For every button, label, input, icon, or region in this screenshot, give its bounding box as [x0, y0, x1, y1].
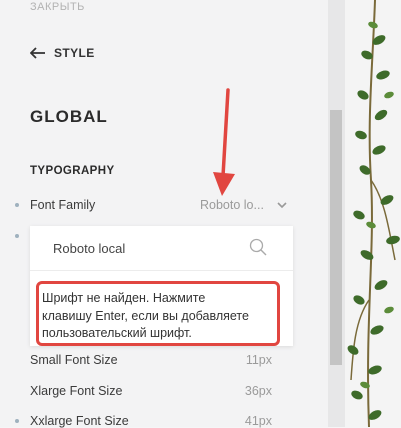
- search-icon[interactable]: [249, 238, 267, 256]
- font-search-input[interactable]: [51, 237, 235, 259]
- font-not-found-message: Шрифт не найден. Нажмите клавишу Enter, …: [36, 281, 280, 346]
- back-button[interactable]: STYLE: [30, 44, 95, 62]
- xlarge-font-size-label: Xlarge Font Size: [30, 384, 123, 398]
- preview-canvas: [345, 0, 401, 427]
- back-label: STYLE: [54, 46, 95, 60]
- dropdown-divider: [30, 270, 293, 271]
- plant-image: [347, 0, 400, 427]
- arrow-left-icon: [30, 47, 45, 59]
- row-bullet: [15, 419, 19, 423]
- section-title: GLOBAL: [30, 107, 108, 126]
- error-line: пользовательский шрифт.: [42, 326, 192, 340]
- chevron-down-icon[interactable]: [277, 201, 287, 209]
- small-font-size-label: Small Font Size: [30, 353, 118, 367]
- error-line: Шрифт не найден. Нажмите: [42, 291, 206, 305]
- small-font-size-value[interactable]: 11px: [246, 353, 272, 367]
- red-arrow-icon: [213, 88, 235, 196]
- row-bullet: [15, 203, 19, 207]
- scrollbar-thumb[interactable]: [330, 110, 342, 365]
- style-panel: ЗАКРЫТЬ STYLE GLOBAL TYPOGRAPHY Font Fam…: [0, 0, 345, 428]
- error-line: клавишу Enter, если вы добавляете: [42, 308, 249, 323]
- group-title: TYPOGRAPHY: [30, 165, 115, 177]
- close-link[interactable]: ЗАКРЫТЬ: [30, 1, 85, 13]
- font-family-label: Font Family: [30, 198, 96, 212]
- row-bullet: [15, 234, 19, 238]
- font-family-select[interactable]: Roboto lo...: [200, 198, 264, 212]
- xxlarge-font-size-value[interactable]: 41px: [245, 414, 272, 428]
- xlarge-font-size-value[interactable]: 36px: [245, 384, 272, 398]
- xxlarge-font-size-label: Xxlarge Font Size: [30, 414, 129, 428]
